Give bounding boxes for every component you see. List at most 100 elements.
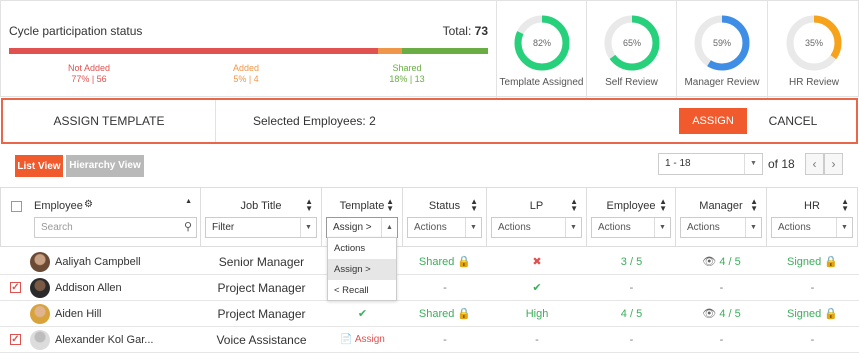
status-cell: Shared 🔒 [403, 249, 487, 275]
lock-icon: 🔒 [824, 308, 839, 320]
page-range-select[interactable]: 1 - 18 ▼ [658, 153, 763, 175]
table-row[interactable]: Aaliyah Campbell Senior Manager Shared 🔒… [0, 249, 859, 275]
chevron-down-icon: ▼ [744, 154, 762, 174]
donut-percent: 65% [623, 38, 641, 48]
employee-review-cell: 4 / 5 [620, 308, 643, 320]
donut-label: Manager Review [684, 77, 760, 88]
sort-icon[interactable]: ▲ ▼ [305, 198, 313, 213]
sort-up-icon[interactable]: ▲ [185, 198, 192, 205]
status-cell: - [443, 282, 447, 294]
manager-filter-value: Actions [687, 222, 720, 233]
employee-name[interactable]: Aaliyah Campbell [55, 249, 141, 275]
lock-icon: 🔒 [457, 256, 472, 268]
hr-value: Signed [786, 256, 822, 268]
col-employee-label: Employee [34, 200, 83, 212]
list-view-button[interactable]: List View [15, 155, 63, 177]
table-row[interactable]: Aiden Hill Project Manager ✔ Shared 🔒 Hi… [0, 301, 859, 327]
employee-review-cell: - [629, 334, 634, 346]
employee-name[interactable]: Addison Allen [55, 275, 122, 301]
lp-cell: High [525, 308, 549, 320]
template-cell: ✔ [357, 308, 368, 320]
menu-item-actions[interactable]: Actions [328, 238, 396, 259]
job-title-filter[interactable]: Filter ▼ [205, 217, 317, 238]
donut-label: HR Review [788, 77, 839, 88]
chevron-down-icon: ▼ [745, 218, 761, 237]
avatar [30, 252, 50, 272]
gear-icon[interactable]: ⚙ [84, 199, 93, 210]
job-title: Project Manager [217, 307, 306, 321]
chevron-down-icon: ▼ [565, 218, 581, 237]
sort-icon[interactable]: ▲ ▼ [750, 198, 758, 213]
eye-icon[interactable]: 👁 [702, 308, 716, 320]
avatar [30, 330, 50, 350]
assign-template-title: ASSIGN TEMPLATE [3, 100, 216, 142]
participation-total: Total: 73 [443, 24, 488, 38]
job-title: Project Manager [217, 281, 306, 295]
hr-cell: Signed 🔒 [767, 301, 858, 327]
chevron-down-icon: ▼ [836, 218, 852, 237]
assign-bar: ASSIGN TEMPLATE Selected Employees: 2 AS… [1, 98, 858, 144]
hr-filter[interactable]: Actions ▼ [771, 217, 853, 238]
template-assign-link[interactable]: Assign [355, 334, 385, 345]
status-cell: Shared 🔒 [403, 301, 487, 327]
menu-item-recall[interactable]: < Recall [328, 280, 396, 301]
select-all-checkbox[interactable] [11, 201, 22, 212]
assign-button[interactable]: ASSIGN [679, 108, 747, 134]
hierarchy-view-button[interactable]: Hierarchy View [66, 155, 144, 177]
next-page-button[interactable]: › [824, 153, 843, 175]
sort-icon[interactable]: ▲ ▼ [570, 198, 578, 213]
shared-segment [401, 48, 488, 54]
hr-filter-value: Actions [778, 222, 811, 233]
table-row[interactable]: ✓ Addison Allen Project Manager - ✔ - - … [0, 275, 859, 301]
donut-percent: 59% [713, 38, 731, 48]
legend-shared: Shared 18% | 13 [377, 63, 437, 85]
lp-filter[interactable]: Actions ▼ [491, 217, 582, 238]
cancel-button[interactable]: CANCEL [758, 108, 828, 134]
sort-icon[interactable]: ▲ ▼ [659, 198, 667, 213]
employee-review-cell: 3 / 5 [620, 256, 643, 268]
status-filter[interactable]: Actions ▼ [407, 217, 482, 238]
legend-added: Added 5% | 4 [216, 63, 276, 85]
donut-chart: 65% [604, 15, 660, 71]
employee-search-input[interactable]: Search ⚲ [34, 217, 197, 238]
participation-status: Cycle participation status Total: 73 Not… [1, 1, 497, 98]
employee-name[interactable]: Aiden Hill [55, 301, 101, 327]
menu-item-assign[interactable]: Assign > [328, 259, 396, 280]
row-checkbox[interactable]: ✓ [10, 282, 21, 293]
search-icon: ⚲ [183, 221, 192, 233]
donut-chart: 82% [514, 15, 570, 71]
page-count: of 18 [768, 157, 795, 171]
eye-off-icon[interactable]: 👁 [702, 256, 716, 268]
hr-cell: Signed 🔒 [767, 249, 858, 275]
template-filter[interactable]: Assign > ▲ [326, 217, 398, 238]
template-cell[interactable]: 📄 Assign [322, 327, 403, 353]
legend-added-label: Added [232, 63, 260, 73]
sort-icon[interactable]: ▲ ▼ [470, 198, 478, 213]
employee-name[interactable]: Alexander Kol Gar... [55, 327, 153, 353]
template-filter-value: Assign > [333, 222, 372, 233]
legend-shared-stat: 18% | 13 [389, 74, 425, 84]
donut-manager-review: 59% Manager Review [677, 1, 768, 98]
col-employee-review: Employee ▲ ▼ Actions ▼ [587, 187, 676, 247]
legend-shared-label: Shared [392, 63, 422, 73]
legend-not-added-stat: 77% | 56 [71, 74, 107, 84]
table-row[interactable]: ✓ Alexander Kol Gar... Voice Assistance … [0, 327, 859, 353]
participation-title: Cycle participation status [9, 24, 143, 38]
job-filter-value: Filter [212, 222, 235, 233]
employee-review-filter-value: Actions [598, 222, 631, 233]
lp-cell: ✔ [532, 282, 542, 294]
prev-page-button[interactable]: ‹ [805, 153, 824, 175]
employee-review-filter[interactable]: Actions ▼ [591, 217, 671, 238]
not-added-segment [9, 48, 378, 54]
added-segment [377, 48, 402, 54]
col-lp: LP ▲ ▼ Actions ▼ [487, 187, 587, 247]
sort-icon[interactable]: ▲ ▼ [386, 198, 394, 213]
manager-filter[interactable]: Actions ▼ [680, 217, 762, 238]
row-checkbox[interactable]: ✓ [10, 334, 21, 345]
sort-icon[interactable]: ▲ ▼ [841, 198, 849, 213]
col-manager: Manager ▲ ▼ Actions ▼ [676, 187, 767, 247]
selected-employees: Selected Employees: 2 [253, 114, 376, 128]
assign-doc-icon: 📄 [340, 334, 353, 345]
col-hr: HR ▲ ▼ Actions ▼ [767, 187, 858, 247]
total-value: 73 [474, 24, 488, 38]
